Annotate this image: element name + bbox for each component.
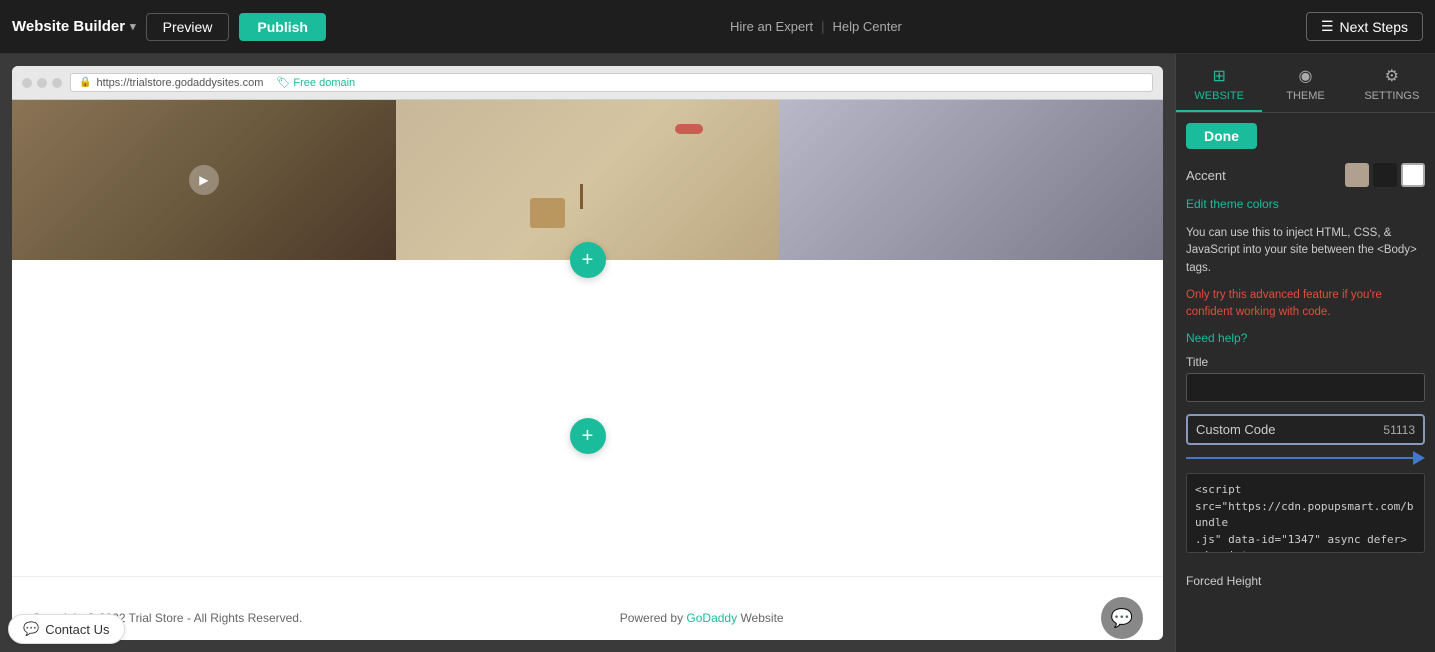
- brand-name[interactable]: Website Builder ▾: [12, 18, 136, 35]
- accent-row: Accent: [1186, 163, 1425, 187]
- add-section-container-top: +: [12, 260, 1163, 296]
- title-field-label: Title: [1186, 355, 1425, 369]
- forced-height-label: Forced Height: [1186, 574, 1425, 588]
- browser-url: https://trialstore.godaddysites.com: [96, 77, 263, 89]
- purse-decor: [530, 198, 565, 228]
- lock-icon: 🔒: [79, 77, 91, 88]
- address-bar[interactable]: 🔒 https://trialstore.godaddysites.com 🏷 …: [70, 73, 1153, 92]
- need-help-link[interactable]: Need help?: [1186, 331, 1425, 345]
- next-steps-button[interactable]: ☰ Next Steps: [1306, 12, 1423, 41]
- color-swatch-black[interactable]: [1373, 163, 1397, 187]
- glasses-decor: [675, 124, 703, 134]
- settings-tab-label: SETTINGS: [1364, 90, 1419, 102]
- color-swatch-white[interactable]: [1401, 163, 1425, 187]
- contact-us-label: Contact Us: [45, 622, 109, 637]
- website-tab-icon: ⊞: [1212, 66, 1225, 86]
- arrow-indicator: [1186, 451, 1425, 465]
- custom-code-label: Custom Code: [1196, 422, 1383, 437]
- toolbar-center: Hire an Expert | Help Center: [326, 19, 1306, 34]
- right-panel: ⊞ WEBSITE ◉ THEME ⚙ SETTINGS Done Accent: [1175, 54, 1435, 652]
- image-right: [779, 100, 1163, 260]
- tab-theme[interactable]: ◉ THEME: [1262, 54, 1348, 112]
- spacer-section: +: [12, 296, 1163, 576]
- accent-label: Accent: [1186, 168, 1345, 183]
- theme-tab-label: THEME: [1286, 90, 1325, 102]
- arrow-line: [1186, 457, 1413, 459]
- browser-frame: 🔒 https://trialstore.godaddysites.com 🏷 …: [12, 66, 1163, 640]
- footer-row: Copyright © 2022 Trial Store - All Right…: [32, 597, 1143, 639]
- image-left: ▶: [12, 100, 396, 260]
- toolbar-left: Website Builder ▾ Preview Publish: [12, 13, 326, 41]
- separator: |: [821, 19, 824, 34]
- tab-website[interactable]: ⊞ WEBSITE: [1176, 54, 1262, 112]
- preview-button[interactable]: Preview: [146, 13, 230, 41]
- toolbar-right: ☰ Next Steps: [1306, 12, 1423, 41]
- arrow-head-icon: [1413, 451, 1425, 465]
- custom-code-row: Custom Code 51113: [1186, 414, 1425, 445]
- dot-3: [52, 78, 62, 88]
- add-section-button-top[interactable]: +: [570, 242, 606, 278]
- website-content: ▶ +: [12, 100, 1163, 640]
- website-tab-label: WEBSITE: [1194, 90, 1244, 102]
- chat-small-icon: 💬: [23, 621, 39, 637]
- theme-tab-icon: ◉: [1299, 66, 1313, 86]
- custom-code-textarea[interactable]: [1186, 473, 1425, 553]
- image-overlay: [396, 100, 780, 260]
- footer-powered: Powered by GoDaddy Website: [620, 611, 784, 625]
- char-count: 51113: [1383, 423, 1415, 437]
- add-section-button-middle[interactable]: +: [570, 418, 606, 454]
- dot-2: [37, 78, 47, 88]
- title-input[interactable]: [1186, 373, 1425, 402]
- dot-1: [22, 78, 32, 88]
- browser-bar: 🔒 https://trialstore.godaddysites.com 🏷 …: [12, 66, 1163, 100]
- edit-theme-link[interactable]: Edit theme colors: [1186, 197, 1425, 211]
- play-icon: ▶: [189, 165, 219, 195]
- help-center-link[interactable]: Help Center: [833, 19, 902, 34]
- browser-dots: [22, 78, 62, 88]
- panel-tabs: ⊞ WEBSITE ◉ THEME ⚙ SETTINGS: [1176, 54, 1435, 113]
- main-content: 🔒 https://trialstore.godaddysites.com 🏷 …: [0, 54, 1435, 652]
- brand-label: Website Builder: [12, 18, 125, 35]
- tab-settings[interactable]: ⚙ SETTINGS: [1349, 54, 1435, 112]
- panel-body: Done Accent Edit theme colors You can us…: [1176, 113, 1435, 652]
- image-middle: [396, 100, 780, 260]
- image-grid: ▶: [12, 100, 1163, 260]
- spacer-inner: +: [12, 296, 1163, 576]
- publish-button[interactable]: Publish: [239, 13, 326, 41]
- panel-description: You can use this to inject HTML, CSS, & …: [1186, 225, 1425, 277]
- free-domain-label: Free domain: [293, 77, 355, 89]
- toolbar-links: Hire an Expert | Help Center: [730, 19, 902, 34]
- settings-tab-icon: ⚙: [1385, 66, 1399, 86]
- chat-button[interactable]: 💬: [1101, 597, 1143, 639]
- color-swatches: [1345, 163, 1425, 187]
- free-domain-icon: 🏷: [276, 77, 290, 89]
- free-domain-link[interactable]: 🏷 Free domain: [276, 76, 355, 89]
- hire-expert-link[interactable]: Hire an Expert: [730, 19, 813, 34]
- panel-warning: Only try this advanced feature if you're…: [1186, 287, 1425, 322]
- brand-chevron-icon: ▾: [130, 20, 136, 33]
- website-footer: Copyright © 2022 Trial Store - All Right…: [12, 576, 1163, 640]
- next-steps-label: Next Steps: [1340, 19, 1408, 35]
- list-icon: ☰: [1321, 18, 1334, 35]
- preview-area: 🔒 https://trialstore.godaddysites.com 🏷 …: [0, 54, 1175, 652]
- strap-decor: [580, 184, 583, 209]
- contact-us-button[interactable]: 💬 Contact Us: [12, 614, 125, 640]
- toolbar: Website Builder ▾ Preview Publish Hire a…: [0, 0, 1435, 54]
- color-swatch-tan[interactable]: [1345, 163, 1369, 187]
- done-button[interactable]: Done: [1186, 123, 1257, 149]
